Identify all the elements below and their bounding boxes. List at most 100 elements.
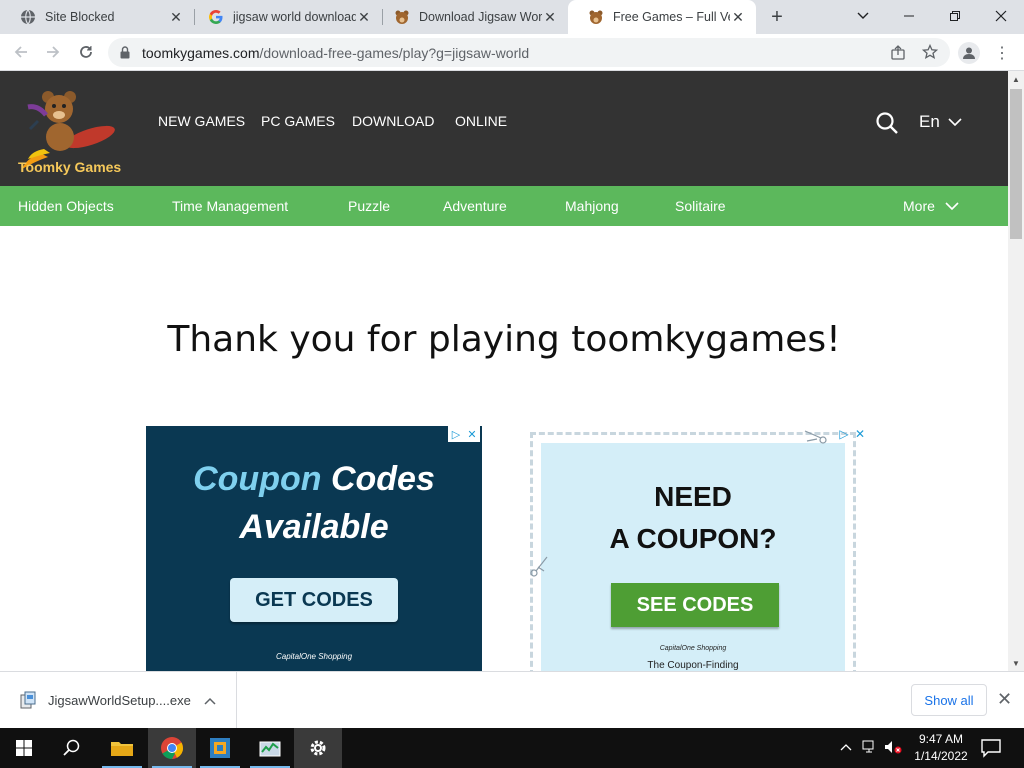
browser-chrome: Site Blocked ✕ jigsaw world download ✕ D… [0, 0, 1024, 71]
share-icon[interactable] [890, 45, 906, 61]
back-arrow-icon [14, 46, 27, 58]
address-bar[interactable]: toomkygames.com/download-free-games/play… [108, 38, 950, 67]
adchoices-icon[interactable]: ▷ [448, 426, 464, 442]
taskbar-search-button[interactable] [48, 728, 96, 768]
nav-pc-games[interactable]: PC GAMES [261, 113, 335, 129]
search-icon[interactable] [875, 111, 899, 135]
taskbar-app-monitor[interactable] [246, 728, 294, 768]
notification-icon[interactable] [980, 738, 1002, 758]
tab-download-jigsaw[interactable]: Download Jigsaw World ✕ [374, 0, 568, 34]
ad-subheadline: A COUPON? [609, 523, 777, 554]
tab-jigsaw-search[interactable]: jigsaw world download ✕ [188, 0, 382, 34]
category-puzzle[interactable]: Puzzle [348, 198, 390, 214]
download-item[interactable]: JigsawWorldSetup....exe [0, 672, 237, 729]
network-icon[interactable] [862, 740, 878, 757]
tab-strip: Site Blocked ✕ jigsaw world download ✕ D… [0, 0, 1024, 34]
ad-choices[interactable]: ▷ ✕ [448, 426, 480, 442]
ad-subheadline: Available [239, 508, 389, 546]
reload-icon [80, 46, 92, 58]
page-scrollbar[interactable]: ▲ ▼ [1008, 71, 1024, 671]
chevron-up-icon[interactable] [840, 740, 852, 754]
forward-button[interactable] [41, 40, 65, 64]
chevron-up-icon[interactable] [204, 697, 216, 705]
site-header: Toomky Games NEW GAMES PC GAMES DOWNLOAD… [0, 71, 1008, 186]
nav-online[interactable]: ONLINE [455, 113, 507, 129]
taskbar-file-explorer[interactable] [98, 728, 146, 768]
language-label: En [919, 112, 940, 131]
category-time-management[interactable]: Time Management [172, 198, 288, 214]
show-all-button[interactable]: Show all [911, 684, 987, 716]
ad-headline-coupon: Coupon [193, 460, 322, 498]
restore-button[interactable] [932, 0, 978, 32]
close-window-button[interactable] [978, 0, 1024, 32]
installer-file-icon [20, 691, 36, 709]
clock-date: 1/14/2022 [914, 749, 968, 763]
back-button[interactable] [9, 40, 33, 64]
page-title: Thank you for playing toomkygames! [167, 319, 841, 360]
ad-tagline: The Coupon-Finding [647, 660, 739, 671]
close-icon[interactable]: ✕ [542, 9, 558, 25]
ad-brand-logo: CapitalOne Shopping [659, 645, 727, 652]
new-tab-button[interactable]: + [766, 6, 788, 28]
minimize-icon [904, 15, 914, 17]
url-host: toomkygames.com [142, 45, 260, 61]
language-selector[interactable]: En [919, 112, 962, 132]
folder-icon [111, 742, 133, 756]
tab-search-button[interactable] [840, 0, 886, 32]
scissors-icon [530, 556, 548, 577]
category-solitaire[interactable]: Solitaire [675, 198, 726, 214]
bear-icon [588, 9, 604, 25]
menu-button[interactable]: ⋮ [994, 44, 1010, 62]
taskbar-chrome[interactable] [148, 728, 196, 768]
reload-button[interactable] [74, 40, 98, 64]
taskbar: 9:47 AM 1/14/2022 [0, 728, 1024, 768]
profile-button[interactable] [958, 42, 980, 64]
gear-icon [310, 740, 326, 756]
category-mahjong[interactable]: Mahjong [565, 198, 619, 214]
tab-title: Free Games – Full Version [613, 10, 730, 24]
scroll-up-icon[interactable]: ▲ [1008, 71, 1024, 87]
ad-headline: Coupon Codes [146, 460, 482, 499]
scroll-down-icon[interactable]: ▼ [1008, 655, 1024, 671]
close-download-shelf-icon[interactable]: ✕ [997, 689, 1012, 710]
tab-site-blocked[interactable]: Site Blocked ✕ [0, 0, 194, 34]
close-icon[interactable]: ✕ [852, 426, 868, 442]
system-clock[interactable]: 9:47 AM 1/14/2022 [908, 731, 974, 765]
nav-new-games[interactable]: NEW GAMES [158, 113, 245, 129]
close-icon[interactable]: ✕ [464, 426, 480, 442]
close-icon[interactable]: ✕ [168, 9, 184, 25]
taskbar-app-framed[interactable] [196, 728, 244, 768]
category-adventure[interactable]: Adventure [443, 198, 507, 214]
volume-muted-icon[interactable] [884, 740, 902, 757]
lock-icon[interactable] [120, 46, 130, 59]
ad-headline: NEED [654, 481, 732, 512]
tab-title: jigsaw world download [233, 10, 356, 24]
tab-title: Site Blocked [45, 10, 115, 24]
coupon-ad-left[interactable]: ▷ ✕ Coupon Codes Available GET CODES Cap… [146, 426, 482, 671]
logo-text[interactable]: Toomky Games [18, 159, 121, 175]
start-button[interactable] [0, 728, 48, 768]
coupon-ad-right[interactable]: NEED A COUPON? SEE CODES CapitalOne Shop… [530, 430, 856, 671]
url-text: toomkygames.com/download-free-games/play… [142, 45, 529, 61]
chrome-icon [161, 737, 183, 759]
adchoices-icon[interactable]: ▷ [836, 426, 852, 442]
scrollbar-thumb[interactable] [1010, 89, 1022, 239]
nav-download[interactable]: DOWNLOAD [352, 113, 434, 129]
more-menu[interactable]: More [903, 198, 959, 214]
chevron-down-icon [948, 118, 962, 126]
more-vert-icon: ⋮ [994, 45, 1010, 62]
ad-inner: NEED A COUPON? SEE CODES CapitalOne Shop… [541, 443, 845, 671]
category-hidden-objects[interactable]: Hidden Objects [18, 198, 114, 214]
ad-choices[interactable]: ▷ ✕ [836, 426, 868, 442]
tab-free-games[interactable]: Free Games – Full Version ✕ [568, 0, 756, 34]
scissors-icon [804, 430, 827, 444]
close-icon[interactable]: ✕ [356, 9, 372, 25]
get-codes-button[interactable]: GET CODES [230, 578, 398, 622]
close-icon[interactable]: ✕ [730, 9, 746, 25]
taskbar-settings[interactable] [294, 728, 342, 768]
download-filename: JigsawWorldSetup....exe [48, 693, 191, 708]
google-icon [208, 9, 224, 25]
minimize-button[interactable] [886, 0, 932, 32]
bookmark-star-icon[interactable] [922, 44, 938, 60]
see-codes-button[interactable]: SEE CODES [611, 583, 779, 627]
